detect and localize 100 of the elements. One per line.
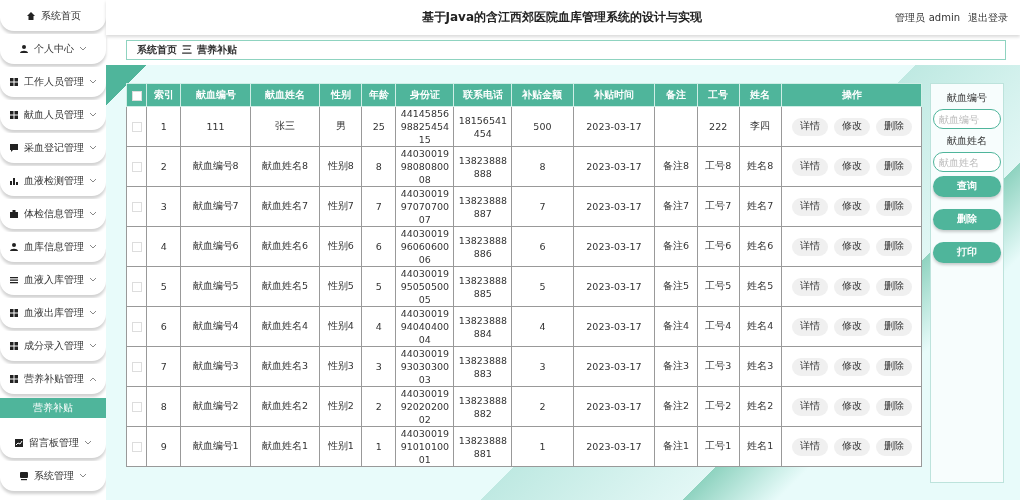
action-button[interactable]: 详情 xyxy=(791,117,828,136)
action-button[interactable]: 删除 xyxy=(875,317,912,336)
action-button[interactable]: 修改 xyxy=(833,237,870,256)
table-cell: 8 xyxy=(511,146,573,187)
sidebar-item[interactable]: 成分录入管理 xyxy=(0,331,106,361)
row-checkbox[interactable] xyxy=(131,122,142,133)
action-button[interactable]: 删除 xyxy=(875,117,912,136)
row-checkbox[interactable] xyxy=(131,442,142,453)
breadcrumb-link[interactable]: 系统首页 xyxy=(137,43,177,57)
sidebar-item[interactable]: 献血人员管理 xyxy=(0,100,106,130)
action-button[interactable]: 删除 xyxy=(875,437,912,456)
sidebar-item[interactable]: 留言板管理 xyxy=(0,428,106,458)
action-button[interactable]: 删除 xyxy=(875,397,912,416)
action-button[interactable]: 删除 xyxy=(875,277,912,296)
table-cell: 13823888887 xyxy=(453,186,512,227)
sidebar-item-label: 采血登记管理 xyxy=(24,141,84,155)
sidebar-item[interactable]: 个人中心 xyxy=(0,34,106,64)
table-cell: 姓名6 xyxy=(739,226,782,267)
action-button[interactable]: 修改 xyxy=(833,197,870,216)
action-button[interactable]: 详情 xyxy=(791,237,828,256)
action-button[interactable]: 修改 xyxy=(833,437,870,456)
row-checkbox[interactable] xyxy=(131,242,142,253)
table-cell: 2023-03-17 xyxy=(573,266,655,307)
table-cell: 2 xyxy=(361,386,396,427)
action-button[interactable]: 修改 xyxy=(833,117,870,136)
table-cell: 440300199303030003 xyxy=(395,346,454,387)
row-checkbox[interactable] xyxy=(131,322,142,333)
header-checkbox-cell[interactable] xyxy=(126,83,147,107)
table-cell: 备注3 xyxy=(654,346,698,387)
table-cell: 性别4 xyxy=(319,306,362,347)
action-button[interactable]: 详情 xyxy=(791,357,828,376)
sidebar-item[interactable]: 血液入库管理 xyxy=(0,265,106,295)
table-cell: 3 xyxy=(361,346,396,387)
table-cell: 献血姓名4 xyxy=(250,306,320,347)
table-cell: 李四 xyxy=(739,106,782,147)
sidebar-item[interactable]: 血液检测管理 xyxy=(0,166,106,196)
chevron-up-icon xyxy=(89,376,97,382)
search-field[interactable]: 献血姓名 xyxy=(933,152,1001,172)
sidebar-item-label: 工作人员管理 xyxy=(24,75,84,89)
action-button[interactable]: 修改 xyxy=(833,277,870,296)
table-cell: 2023-03-17 xyxy=(573,106,655,147)
sidebar-item-label: 献血人员管理 xyxy=(24,108,84,122)
sidebar-item[interactable]: 系统管理 xyxy=(0,461,106,491)
search-field[interactable]: 献血编号 xyxy=(933,109,1001,129)
row-checkbox[interactable] xyxy=(131,162,142,173)
table-cell: 备注5 xyxy=(654,266,698,307)
action-button[interactable]: 删除 xyxy=(875,157,912,176)
row-checkbox[interactable] xyxy=(131,282,142,293)
breadcrumb-link[interactable]: 营养补贴 xyxy=(197,43,237,57)
table-cell: 5 xyxy=(511,266,573,307)
action-button[interactable]: 详情 xyxy=(791,317,828,336)
chevron-down-icon xyxy=(79,473,87,479)
table-cell: 献血编号7 xyxy=(180,186,251,227)
action-button[interactable]: 删除 xyxy=(875,237,912,256)
sidebar-item[interactable]: 营养补贴管理 xyxy=(0,364,106,394)
action-button[interactable]: 修改 xyxy=(833,157,870,176)
row-checkbox[interactable] xyxy=(131,402,142,413)
action-button[interactable]: 删除 xyxy=(875,197,912,216)
table-cell: 5 xyxy=(361,266,396,307)
table-cell: 1 xyxy=(146,106,181,147)
table-cell: 2023-03-17 xyxy=(573,346,655,387)
grid-icon xyxy=(9,341,19,351)
briefcase-icon xyxy=(9,209,19,219)
table-cell: 440300199808080008 xyxy=(395,146,454,187)
sidebar-item[interactable]: 体检信息管理 xyxy=(0,199,106,229)
column-header: 献血姓名 xyxy=(250,83,320,107)
action-button[interactable]: 删除 xyxy=(875,357,912,376)
table-cell: 3 xyxy=(146,186,181,227)
table-cell: 献血编号1 xyxy=(180,426,251,467)
row-checkbox[interactable] xyxy=(131,202,142,213)
sidebar-item[interactable]: 血液出库管理 xyxy=(0,298,106,328)
sidebar-item[interactable]: 工作人员管理 xyxy=(0,67,106,97)
sidebar-item[interactable]: 血库信息管理 xyxy=(0,232,106,262)
sidebar-item[interactable]: 采血登记管理 xyxy=(0,133,106,163)
table-cell: 献血姓名8 xyxy=(250,146,320,187)
logout-link[interactable]: 退出登录 xyxy=(968,10,1008,25)
table-cell: 2023-03-17 xyxy=(573,226,655,267)
table-cell: 性别1 xyxy=(319,426,362,467)
table-cell: 440300199707070007 xyxy=(395,186,454,227)
table-cell: 工号3 xyxy=(697,346,740,387)
table-cell: 性别2 xyxy=(319,386,362,427)
table-cell: 姓名3 xyxy=(739,346,782,387)
table-cell: 献血姓名7 xyxy=(250,186,320,227)
action-button[interactable]: 修改 xyxy=(833,397,870,416)
action-button[interactable]: 详情 xyxy=(791,397,828,416)
table-cell: 张三 xyxy=(250,106,320,147)
action-button[interactable]: 修改 xyxy=(833,317,870,336)
action-button[interactable]: 详情 xyxy=(791,197,828,216)
table-cell: 2023-03-17 xyxy=(573,426,655,467)
table-cell: 献血姓名6 xyxy=(250,226,320,267)
table-cell: 6 xyxy=(146,306,181,347)
action-button[interactable]: 详情 xyxy=(791,437,828,456)
column-header: 索引 xyxy=(146,83,181,107)
action-button[interactable]: 详情 xyxy=(791,157,828,176)
column-header: 姓名 xyxy=(739,83,782,107)
row-checkbox[interactable] xyxy=(131,362,142,373)
sidebar-item[interactable]: 系统首页 xyxy=(0,1,106,31)
action-button[interactable]: 修改 xyxy=(833,357,870,376)
table-cell: 工号5 xyxy=(697,266,740,307)
action-button[interactable]: 详情 xyxy=(791,277,828,296)
